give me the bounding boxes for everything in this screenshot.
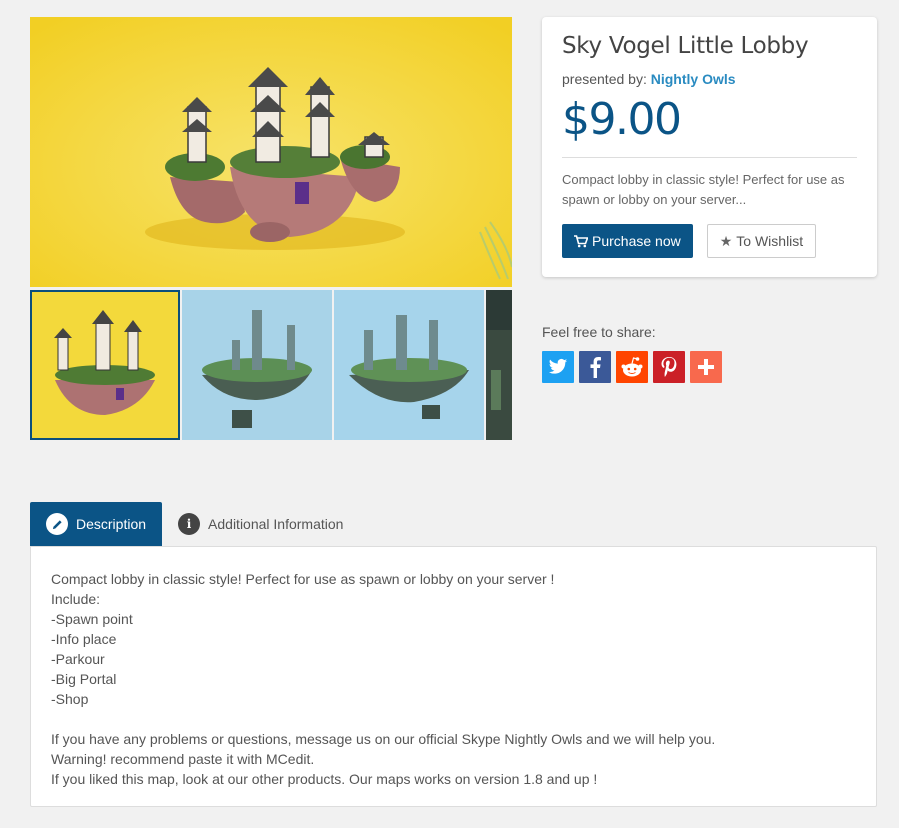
product-actions: Purchase now ★ To Wishlist: [562, 224, 857, 258]
pencil-icon: [46, 513, 68, 535]
share-pinterest-button[interactable]: [653, 351, 685, 383]
purchase-button-label: Purchase now: [592, 233, 681, 249]
addthis-icon: [698, 359, 714, 375]
description-paragraph: If you have any problems or questions, m…: [51, 731, 716, 747]
star-icon: ★: [719, 232, 733, 249]
tab-description-label: Description: [76, 516, 147, 532]
include-item: -Big Portal: [51, 671, 117, 687]
thumbnail-1[interactable]: [30, 290, 180, 440]
product-summary-card: Sky Vogel Little Lobby presented by: Nig…: [542, 17, 877, 277]
purchase-button[interactable]: Purchase now: [562, 224, 693, 258]
product-price: $9.00: [562, 94, 682, 145]
divider: [562, 157, 857, 158]
lobby-yellow-thumb: [30, 290, 180, 440]
share-label: Feel free to share:: [542, 324, 656, 340]
lobby-dark-thumb: [486, 290, 512, 440]
thumbnail-strip: [30, 290, 512, 440]
thumbnail-4[interactable]: [486, 290, 512, 440]
tab-description[interactable]: Description: [30, 502, 163, 546]
description-panel: Compact lobby in classic style! Perfect …: [30, 546, 877, 807]
info-icon: i: [178, 513, 201, 535]
wishlist-button[interactable]: ★ To Wishlist: [706, 224, 817, 258]
wishlist-button-label: To Wishlist: [736, 233, 804, 249]
reddit-icon: [621, 357, 643, 377]
include-item: -Spawn point: [51, 611, 133, 627]
presented-by: presented by: Nightly Owls: [562, 71, 857, 87]
lobby-render-image: [30, 17, 512, 287]
share-twitter-button[interactable]: [542, 351, 574, 383]
thumbnail-2[interactable]: [182, 290, 332, 440]
description-paragraph: Warning! recommend paste it with MCedit.: [51, 751, 315, 767]
pinterest-icon: [661, 357, 677, 377]
facebook-icon: [590, 357, 601, 378]
tab-additional-information[interactable]: i Additional Information: [162, 502, 359, 546]
share-reddit-button[interactable]: [616, 351, 648, 383]
share-addthis-button[interactable]: [690, 351, 722, 383]
include-item: -Shop: [51, 691, 89, 707]
twitter-icon: [548, 358, 568, 374]
share-facebook-button[interactable]: [579, 351, 611, 383]
product-tabs: Description i Additional Information: [30, 502, 359, 546]
product-title: Sky Vogel Little Lobby: [562, 33, 809, 59]
description-intro: Compact lobby in classic style! Perfect …: [51, 571, 555, 587]
product-summary: Compact lobby in classic style! Perfect …: [562, 172, 845, 207]
presented-by-label: presented by:: [562, 71, 647, 87]
lobby-sky-thumb-1: [182, 290, 332, 440]
description-paragraph: If you liked this map, look at our other…: [51, 771, 598, 787]
author-link[interactable]: Nightly Owls: [651, 71, 736, 87]
lobby-sky-thumb-2: [334, 290, 484, 440]
main-product-image[interactable]: [30, 17, 512, 287]
cart-icon: [574, 234, 588, 247]
include-item: -Info place: [51, 631, 117, 647]
include-item: -Parkour: [51, 651, 105, 667]
description-include-label: Include:: [51, 591, 101, 607]
share-buttons: [542, 351, 722, 383]
thumbnail-3[interactable]: [334, 290, 484, 440]
tab-additional-information-label: Additional Information: [208, 516, 344, 532]
